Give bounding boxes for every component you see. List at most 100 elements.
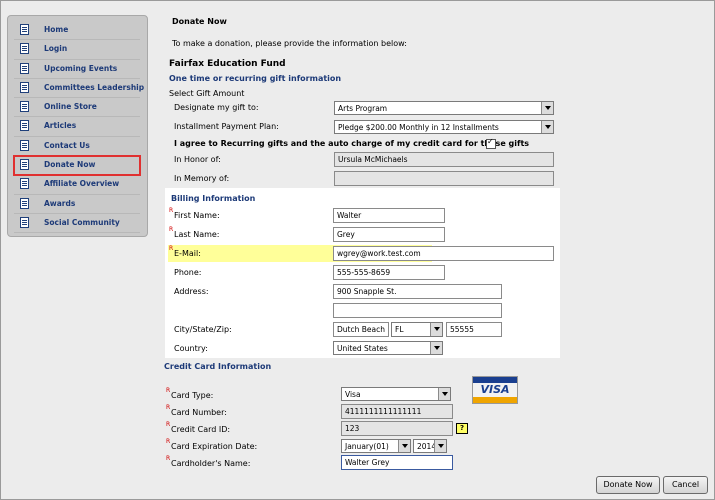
cancel-button[interactable]: Cancel [663,476,708,494]
cardholder-field[interactable]: Walter Grey [341,455,453,470]
sidebar-item-label: Articles [44,121,77,131]
sidebar-item-label: Donate Now [44,160,96,170]
instructions-text: To make a donation, please provide the i… [172,39,407,48]
sidebar-item-label: Contact Us [44,140,90,150]
chevron-down-icon [438,388,450,400]
card-type-label: Card Type: [171,391,214,400]
agree-checkbox[interactable] [486,137,496,149]
address-line2-field[interactable] [333,303,502,318]
chevron-down-icon [398,440,410,452]
sidebar-item-social-community[interactable]: Social Community [14,214,140,234]
document-icon [20,159,29,171]
document-icon [20,178,29,190]
country-select[interactable]: United States [333,341,443,355]
sidebar-item-committees-leadership[interactable]: Committees Leadership [14,79,144,99]
document-icon [20,216,29,228]
sidebar-nav: Home Login Upcoming Events Committees Leade… [13,21,144,234]
required-marker: R [166,438,171,445]
document-icon [20,81,29,93]
document-icon [20,120,29,132]
select-gift-amount-label: Select Gift Amount [169,89,245,98]
designate-select[interactable]: Arts Program [334,101,554,115]
required-marker: R [169,245,174,252]
card-number-field[interactable]: 4111111111111111 [341,404,453,419]
gift-section-title: One time or recurring gift information [169,74,342,83]
sidebar-item-affiliate-overview[interactable]: Affiliate Overview [14,175,140,195]
credit-card-title: Credit Card Information [164,362,272,371]
card-type-select[interactable]: Visa [341,387,451,401]
installment-label: Installment Payment Plan: [174,122,279,131]
in-honor-field[interactable]: Ursula McMichaels [334,152,554,167]
sidebar-item-articles[interactable]: Articles [14,117,140,137]
sidebar-item-login[interactable]: Login [14,40,140,60]
document-icon [20,139,29,151]
card-id-label: Credit Card ID: [171,425,231,434]
sidebar-item-upcoming-events[interactable]: Upcoming Events [14,60,140,79]
card-type-value: Visa [345,390,361,399]
sidebar-item-home[interactable]: Home [14,21,140,41]
in-memory-field[interactable] [334,171,554,186]
sidebar-item-label: Affiliate Overview [44,179,120,189]
document-icon [20,197,29,209]
address-line1-field[interactable]: 900 Snapple St. [333,284,502,299]
required-marker: R [166,455,171,462]
chevron-down-icon [430,342,442,354]
email-field[interactable]: wgrey@work.test.com [333,246,554,261]
card-id-field[interactable]: 123 [341,421,453,436]
phone-field[interactable]: 555-555-8659 [333,265,445,280]
chevron-down-icon [541,121,553,133]
zip-field[interactable]: 55555 [446,322,502,337]
page-title: Donate Now [172,17,227,26]
city-field[interactable]: Dutch Beach [333,322,389,337]
document-icon [20,62,29,74]
help-icon[interactable]: ? [456,423,468,434]
chevron-down-icon [434,440,446,452]
agree-label: I agree to Recurring gifts and the auto … [174,139,530,148]
sidebar-item-donate-now[interactable]: Donate Now [13,155,141,177]
chevron-down-icon [430,323,442,336]
document-icon [20,43,29,55]
exp-year-select[interactable]: 2014 [413,439,447,453]
sidebar-item-online-store[interactable]: Online Store [14,98,140,118]
sidebar-item-label: Login [44,44,68,54]
address-label: Address: [174,287,209,296]
designate-label: Designate my gift to: [174,103,259,112]
document-icon [20,24,29,35]
sidebar-item-label: Awards [44,198,76,208]
billing-title: Billing Information [171,194,256,203]
country-value: United States [337,344,388,353]
document-icon [20,101,29,113]
chevron-down-icon [541,102,553,114]
state-select[interactable]: FL [391,322,443,337]
first-name-label: First Name: [174,211,220,220]
fund-name: Fairfax Education Fund [169,59,286,69]
city-state-zip-label: City/State/Zip: [174,325,232,334]
sidebar-item-label: Upcoming Events [44,63,118,73]
first-name-field[interactable]: Walter [333,208,445,223]
exp-month-value: January(01) [345,442,389,451]
email-label: E-Mail: [174,249,201,258]
exp-month-select[interactable]: January(01) [341,439,411,453]
required-marker: R [166,387,171,394]
visa-logo-text: VISA [480,383,510,396]
sidebar-item-label: Committees Leadership [44,82,145,92]
expiration-label: Card Expiration Date: [171,442,258,451]
visa-logo: VISA [472,376,518,404]
country-label: Country: [174,344,208,353]
in-memory-label: In Memory of: [174,174,230,183]
card-number-label: Card Number: [171,408,227,417]
sidebar: Home Login Upcoming Events Committees Leade… [7,15,148,237]
sidebar-item-contact-us[interactable]: Contact Us [14,137,140,157]
last-name-field[interactable]: Grey [333,227,445,242]
sidebar-item-label: Home [44,25,69,34]
installment-select[interactable]: Pledge $200.00 Monthly in 12 Installment… [334,120,554,134]
last-name-label: Last Name: [174,230,220,239]
designate-value: Arts Program [338,104,388,113]
required-marker: R [166,404,171,411]
sidebar-item-label: Social Community [44,217,120,227]
cardholder-label: Cardholder's Name: [171,459,251,468]
sidebar-item-awards[interactable]: Awards [14,195,140,214]
state-value: FL [395,325,404,334]
required-marker: R [169,207,174,214]
donate-now-button[interactable]: Donate Now [596,476,660,494]
